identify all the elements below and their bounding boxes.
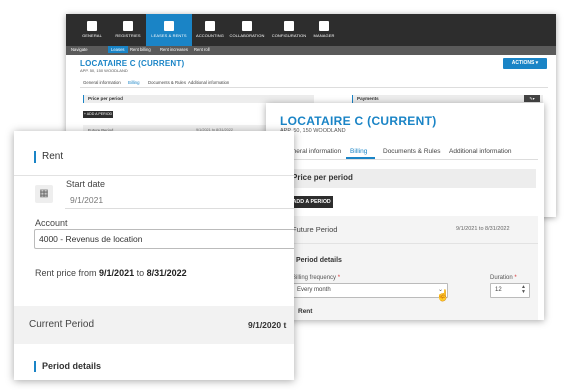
collaboration-icon — [242, 21, 252, 31]
price-per-period-header: Price per period — [83, 95, 314, 103]
billing-frequency-label: Billing frequency * — [292, 275, 341, 281]
page-title: LOCATAIRE C (CURRENT) — [80, 59, 185, 68]
calendar-icon[interactable]: ▦ — [35, 185, 53, 203]
subnav-rent-billing[interactable]: Rent billing — [130, 47, 151, 52]
add-period-button[interactable]: + ADD A PERIOD — [83, 111, 113, 118]
future-period-row[interactable]: Future Period 9/1/2021 to 8/31/2022 — [283, 216, 538, 244]
tab-divider — [80, 87, 548, 88]
top-navigation-bar: GENERAL REGISTRIES LEASES & RENTS ACCOUN… — [66, 14, 556, 46]
tab-additional-information[interactable]: Additional information — [188, 80, 229, 85]
rent-window: Rent ▦ Start date 9/1/2021 Account 4000 … — [14, 131, 294, 380]
stepper-arrows-icon[interactable]: ▲ ▼ — [521, 285, 526, 295]
nav-collaboration[interactable]: COLLABORATION — [224, 14, 270, 46]
billing-frequency-select[interactable]: Every month ⌄ — [292, 283, 448, 298]
user-icon — [319, 21, 329, 31]
rent-price-range: Rent price from 9/1/2021 to 8/31/2022 — [35, 268, 187, 278]
tab-divider — [280, 159, 538, 160]
sub-navigation-bar: Navigate Leases Rent billing Rent increa… — [66, 46, 556, 55]
subnav-rent-roll[interactable]: Rent roll — [194, 47, 210, 52]
nav-manager[interactable]: MANAGER — [304, 14, 344, 46]
page-title: LOCATAIRE C (CURRENT) — [280, 114, 437, 128]
period-details-heading: Period details — [290, 257, 342, 265]
tab-documents-rules[interactable]: Documents & Rules — [383, 148, 440, 155]
nav-registries[interactable]: REGISTRIES — [108, 14, 148, 46]
actions-button[interactable]: ACTIONS ▾ — [503, 58, 547, 69]
account-select[interactable]: 4000 - Revenus de location — [34, 229, 294, 249]
edit-payments-button[interactable]: ✎▾ — [524, 95, 540, 102]
rent-heading: Rent — [34, 151, 63, 163]
subnav-leases[interactable]: Leases — [108, 46, 128, 53]
account-label: Account — [35, 218, 68, 228]
tab-billing[interactable]: Billing — [128, 80, 139, 85]
billing-window: LOCATAIRE C (CURRENT) APP. 50, 150 WOODL… — [266, 103, 544, 320]
nav-leases-rents[interactable]: LEASES & RENTS — [146, 14, 192, 46]
document-icon — [205, 21, 215, 31]
start-date-input[interactable]: 9/1/2021 — [65, 191, 294, 209]
price-per-period-header: Price per period — [283, 169, 536, 188]
rent-heading: Rent — [292, 308, 312, 315]
tab-documents-rules[interactable]: Documents & Rules — [148, 80, 186, 85]
tab-billing[interactable]: Billing — [350, 148, 367, 155]
divider — [14, 175, 294, 176]
nav-general[interactable]: GENERAL — [72, 14, 112, 46]
tab-additional-information[interactable]: Additional information — [449, 148, 512, 155]
monitor-icon — [87, 21, 97, 31]
subnav-navigate[interactable]: Navigate — [71, 47, 88, 52]
period-details-heading: Period details — [34, 361, 101, 372]
gear-icon — [284, 21, 294, 31]
tab-general-information[interactable]: General information — [83, 80, 121, 85]
duration-label: Duration * — [490, 275, 517, 281]
hand-cursor-icon: ☝ — [436, 290, 450, 302]
page-subtitle: APP. 50, 150 WOODLAND — [80, 68, 128, 73]
payments-header: Payments — [352, 95, 543, 103]
current-period-row[interactable]: Current Period 9/1/2020 t — [14, 306, 294, 344]
lease-icon — [164, 21, 174, 31]
duration-stepper[interactable]: 12 ▲ ▼ — [490, 283, 530, 298]
subnav-rent-increases[interactable]: Rent increases — [160, 47, 188, 52]
folder-icon — [123, 21, 133, 31]
start-date-label: Start date — [66, 179, 106, 189]
